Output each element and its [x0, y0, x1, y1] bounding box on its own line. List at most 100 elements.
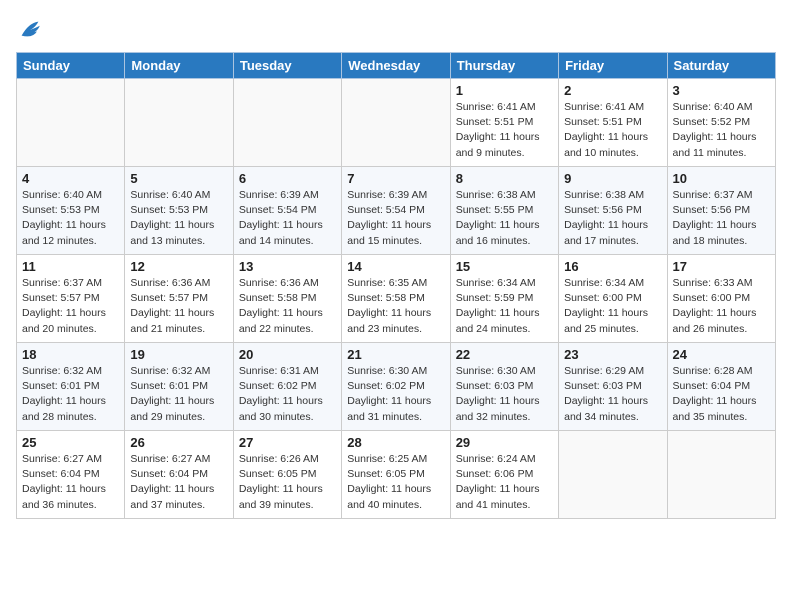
calendar-day-cell: 22 Sunrise: 6:30 AM Sunset: 6:03 PM Dayli… — [450, 343, 558, 431]
day-info: Sunrise: 6:37 AM Sunset: 5:56 PM Dayligh… — [673, 188, 770, 249]
calendar-week-row: 18 Sunrise: 6:32 AM Sunset: 6:01 PM Dayli… — [17, 343, 776, 431]
day-info: Sunrise: 6:27 AM Sunset: 6:04 PM Dayligh… — [130, 452, 227, 513]
calendar-day-cell — [17, 79, 125, 167]
day-info: Sunrise: 6:34 AM Sunset: 6:00 PM Dayligh… — [564, 276, 661, 337]
calendar-day-cell: 12 Sunrise: 6:36 AM Sunset: 5:57 PM Dayli… — [125, 255, 233, 343]
calendar-day-cell — [667, 431, 775, 519]
day-number: 8 — [456, 171, 553, 186]
day-info: Sunrise: 6:38 AM Sunset: 5:55 PM Dayligh… — [456, 188, 553, 249]
day-info: Sunrise: 6:30 AM Sunset: 6:03 PM Dayligh… — [456, 364, 553, 425]
calendar-day-cell — [559, 431, 667, 519]
day-number: 26 — [130, 435, 227, 450]
day-number: 14 — [347, 259, 444, 274]
calendar-header-cell: Thursday — [450, 53, 558, 79]
day-number: 2 — [564, 83, 661, 98]
calendar-day-cell: 2 Sunrise: 6:41 AM Sunset: 5:51 PM Daylig… — [559, 79, 667, 167]
day-number: 10 — [673, 171, 770, 186]
calendar-day-cell: 23 Sunrise: 6:29 AM Sunset: 6:03 PM Dayli… — [559, 343, 667, 431]
day-number: 4 — [22, 171, 119, 186]
calendar-day-cell: 18 Sunrise: 6:32 AM Sunset: 6:01 PM Dayli… — [17, 343, 125, 431]
calendar-day-cell: 9 Sunrise: 6:38 AM Sunset: 5:56 PM Daylig… — [559, 167, 667, 255]
calendar-day-cell: 3 Sunrise: 6:40 AM Sunset: 5:52 PM Daylig… — [667, 79, 775, 167]
calendar-header-cell: Wednesday — [342, 53, 450, 79]
calendar-day-cell: 10 Sunrise: 6:37 AM Sunset: 5:56 PM Dayli… — [667, 167, 775, 255]
day-number: 12 — [130, 259, 227, 274]
calendar-week-row: 4 Sunrise: 6:40 AM Sunset: 5:53 PM Daylig… — [17, 167, 776, 255]
calendar-day-cell: 24Sunrise: 6:28 AM Sunset: 6:04 PM Dayli… — [667, 343, 775, 431]
calendar-day-cell: 21 Sunrise: 6:30 AM Sunset: 6:02 PM Dayli… — [342, 343, 450, 431]
day-info: Sunrise: 6:32 AM Sunset: 6:01 PM Dayligh… — [130, 364, 227, 425]
day-info: Sunrise: 6:32 AM Sunset: 6:01 PM Dayligh… — [22, 364, 119, 425]
day-number: 25 — [22, 435, 119, 450]
day-number: 16 — [564, 259, 661, 274]
day-number: 21 — [347, 347, 444, 362]
day-info: Sunrise: 6:37 AM Sunset: 5:57 PM Dayligh… — [22, 276, 119, 337]
logo — [16, 16, 48, 44]
calendar-day-cell: 1 Sunrise: 6:41 AM Sunset: 5:51 PM Daylig… — [450, 79, 558, 167]
calendar-day-cell: 25 Sunrise: 6:27 AM Sunset: 6:04 PM Dayli… — [17, 431, 125, 519]
calendar-day-cell — [342, 79, 450, 167]
calendar-day-cell: 11Sunrise: 6:37 AM Sunset: 5:57 PM Dayli… — [17, 255, 125, 343]
logo-bird-icon — [16, 16, 44, 44]
day-info: Sunrise: 6:35 AM Sunset: 5:58 PM Dayligh… — [347, 276, 444, 337]
day-number: 23 — [564, 347, 661, 362]
calendar-day-cell: 27 Sunrise: 6:26 AM Sunset: 6:05 PM Dayli… — [233, 431, 341, 519]
day-info: Sunrise: 6:26 AM Sunset: 6:05 PM Dayligh… — [239, 452, 336, 513]
day-info: Sunrise: 6:30 AM Sunset: 6:02 PM Dayligh… — [347, 364, 444, 425]
calendar-day-cell: 26 Sunrise: 6:27 AM Sunset: 6:04 PM Dayli… — [125, 431, 233, 519]
day-info: Sunrise: 6:36 AM Sunset: 5:58 PM Dayligh… — [239, 276, 336, 337]
calendar-header-cell: Tuesday — [233, 53, 341, 79]
calendar-day-cell: 16 Sunrise: 6:34 AM Sunset: 6:00 PM Dayli… — [559, 255, 667, 343]
calendar-day-cell: 4 Sunrise: 6:40 AM Sunset: 5:53 PM Daylig… — [17, 167, 125, 255]
day-number: 29 — [456, 435, 553, 450]
calendar-header-row: SundayMondayTuesdayWednesdayThursdayFrid… — [17, 53, 776, 79]
day-info: Sunrise: 6:34 AM Sunset: 5:59 PM Dayligh… — [456, 276, 553, 337]
calendar-day-cell: 6Sunrise: 6:39 AM Sunset: 5:54 PM Daylig… — [233, 167, 341, 255]
day-info: Sunrise: 6:36 AM Sunset: 5:57 PM Dayligh… — [130, 276, 227, 337]
day-number: 1 — [456, 83, 553, 98]
page-header — [16, 16, 776, 44]
calendar-header-cell: Saturday — [667, 53, 775, 79]
day-info: Sunrise: 6:41 AM Sunset: 5:51 PM Dayligh… — [456, 100, 553, 161]
calendar-body: 1 Sunrise: 6:41 AM Sunset: 5:51 PM Daylig… — [17, 79, 776, 519]
day-info: Sunrise: 6:40 AM Sunset: 5:53 PM Dayligh… — [22, 188, 119, 249]
day-info: Sunrise: 6:24 AM Sunset: 6:06 PM Dayligh… — [456, 452, 553, 513]
day-info: Sunrise: 6:40 AM Sunset: 5:53 PM Dayligh… — [130, 188, 227, 249]
day-number: 9 — [564, 171, 661, 186]
day-number: 7 — [347, 171, 444, 186]
day-info: Sunrise: 6:40 AM Sunset: 5:52 PM Dayligh… — [673, 100, 770, 161]
day-info: Sunrise: 6:25 AM Sunset: 6:05 PM Dayligh… — [347, 452, 444, 513]
day-info: Sunrise: 6:31 AM Sunset: 6:02 PM Dayligh… — [239, 364, 336, 425]
calendar-week-row: 11Sunrise: 6:37 AM Sunset: 5:57 PM Dayli… — [17, 255, 776, 343]
calendar-day-cell: 13 Sunrise: 6:36 AM Sunset: 5:58 PM Dayli… — [233, 255, 341, 343]
calendar-week-row: 1 Sunrise: 6:41 AM Sunset: 5:51 PM Daylig… — [17, 79, 776, 167]
day-number: 15 — [456, 259, 553, 274]
day-info: Sunrise: 6:38 AM Sunset: 5:56 PM Dayligh… — [564, 188, 661, 249]
day-number: 28 — [347, 435, 444, 450]
day-number: 5 — [130, 171, 227, 186]
day-number: 3 — [673, 83, 770, 98]
calendar-day-cell — [233, 79, 341, 167]
day-number: 22 — [456, 347, 553, 362]
calendar-day-cell: 7 Sunrise: 6:39 AM Sunset: 5:54 PM Daylig… — [342, 167, 450, 255]
calendar-day-cell: 28 Sunrise: 6:25 AM Sunset: 6:05 PM Dayli… — [342, 431, 450, 519]
day-number: 13 — [239, 259, 336, 274]
calendar-header-cell: Friday — [559, 53, 667, 79]
calendar-table: SundayMondayTuesdayWednesdayThursdayFrid… — [16, 52, 776, 519]
day-info: Sunrise: 6:41 AM Sunset: 5:51 PM Dayligh… — [564, 100, 661, 161]
calendar-day-cell: 14 Sunrise: 6:35 AM Sunset: 5:58 PM Dayli… — [342, 255, 450, 343]
day-number: 17 — [673, 259, 770, 274]
day-number: 27 — [239, 435, 336, 450]
day-info: Sunrise: 6:28 AM Sunset: 6:04 PM Dayligh… — [673, 364, 770, 425]
day-info: Sunrise: 6:39 AM Sunset: 5:54 PM Dayligh… — [347, 188, 444, 249]
calendar-day-cell: 8 Sunrise: 6:38 AM Sunset: 5:55 PM Daylig… — [450, 167, 558, 255]
calendar-day-cell: 5 Sunrise: 6:40 AM Sunset: 5:53 PM Daylig… — [125, 167, 233, 255]
calendar-day-cell: 19 Sunrise: 6:32 AM Sunset: 6:01 PM Dayli… — [125, 343, 233, 431]
day-info: Sunrise: 6:39 AM Sunset: 5:54 PM Dayligh… — [239, 188, 336, 249]
calendar-day-cell: 15 Sunrise: 6:34 AM Sunset: 5:59 PM Dayli… — [450, 255, 558, 343]
day-number: 19 — [130, 347, 227, 362]
calendar-day-cell — [125, 79, 233, 167]
day-number: 18 — [22, 347, 119, 362]
day-info: Sunrise: 6:27 AM Sunset: 6:04 PM Dayligh… — [22, 452, 119, 513]
day-info: Sunrise: 6:29 AM Sunset: 6:03 PM Dayligh… — [564, 364, 661, 425]
